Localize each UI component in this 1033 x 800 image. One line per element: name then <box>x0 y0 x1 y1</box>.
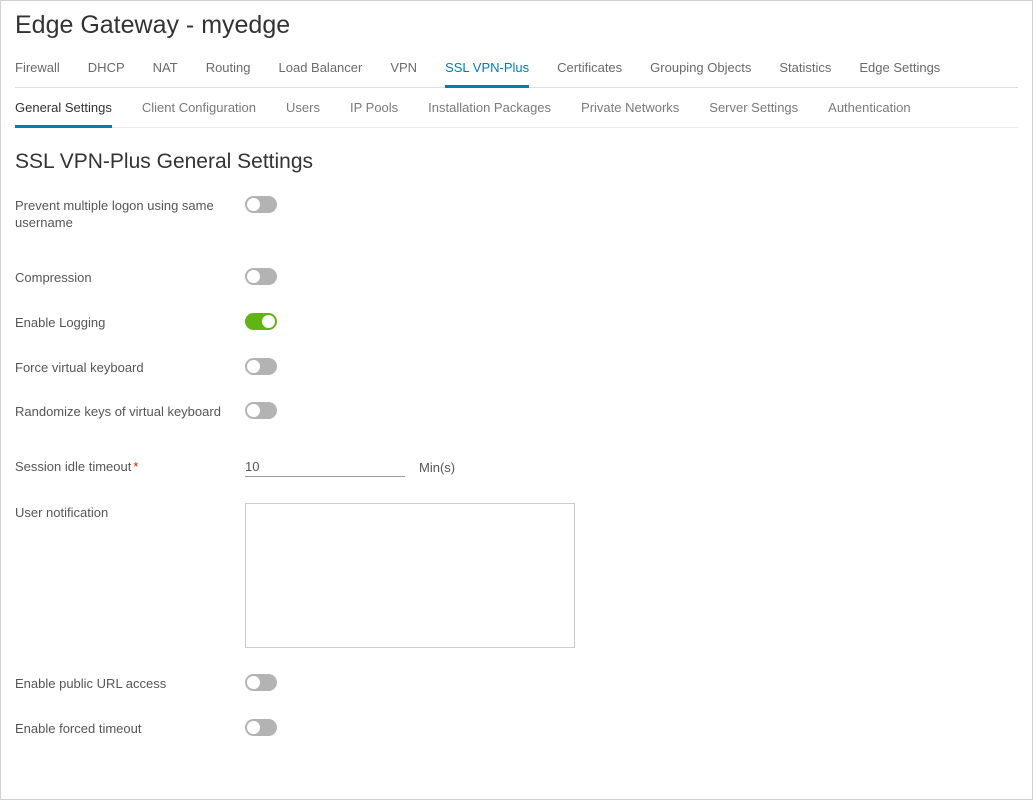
tab-routing[interactable]: Routing <box>206 54 251 88</box>
label-randomize-keys: Randomize keys of virtual keyboard <box>15 402 245 421</box>
label-user-notification: User notification <box>15 503 245 522</box>
toggle-enable-logging[interactable] <box>245 313 277 330</box>
subtab-server-settings[interactable]: Server Settings <box>709 90 798 128</box>
toggle-prevent-multi-logon[interactable] <box>245 196 277 213</box>
textarea-user-notification[interactable] <box>245 503 575 648</box>
subtab-authentication[interactable]: Authentication <box>828 90 910 128</box>
input-session-idle-timeout[interactable] <box>245 457 405 477</box>
tab-certificates[interactable]: Certificates <box>557 54 622 88</box>
tab-dhcp[interactable]: DHCP <box>88 54 125 88</box>
toggle-force-virtual-keyboard[interactable] <box>245 358 277 375</box>
label-prevent-multi-logon: Prevent multiple logon using same userna… <box>15 196 245 232</box>
subtab-users[interactable]: Users <box>286 90 320 128</box>
toggle-randomize-keys[interactable] <box>245 402 277 419</box>
required-asterisk-icon: * <box>133 459 138 474</box>
label-force-virtual-keyboard: Force virtual keyboard <box>15 358 245 377</box>
label-session-idle-timeout-text: Session idle timeout <box>15 459 131 474</box>
label-enable-forced-timeout: Enable forced timeout <box>15 719 245 738</box>
label-enable-logging: Enable Logging <box>15 313 245 332</box>
label-session-idle-timeout: Session idle timeout* <box>15 457 245 476</box>
primary-tabs: Firewall DHCP NAT Routing Load Balancer VPN SS… <box>15 54 1018 88</box>
tab-edge-settings[interactable]: Edge Settings <box>859 54 940 88</box>
secondary-tabs: General Settings Client Configuration User… <box>15 90 1018 128</box>
subtab-client-configuration[interactable]: Client Configuration <box>142 90 256 128</box>
tab-vpn[interactable]: VPN <box>390 54 417 88</box>
tab-ssl-vpn-plus[interactable]: SSL VPN-Plus <box>445 54 529 88</box>
subtab-private-networks[interactable]: Private Networks <box>581 90 679 128</box>
unit-session-idle-timeout: Min(s) <box>419 460 455 475</box>
toggle-enable-public-url[interactable] <box>245 674 277 691</box>
label-compression: Compression <box>15 268 245 287</box>
tab-nat[interactable]: NAT <box>153 54 178 88</box>
toggle-compression[interactable] <box>245 268 277 285</box>
subtab-ip-pools[interactable]: IP Pools <box>350 90 398 128</box>
tab-grouping-objects[interactable]: Grouping Objects <box>650 54 751 88</box>
toggle-enable-forced-timeout[interactable] <box>245 719 277 736</box>
tab-statistics[interactable]: Statistics <box>779 54 831 88</box>
section-title: SSL VPN-Plus General Settings <box>15 150 1018 174</box>
label-enable-public-url: Enable public URL access <box>15 674 245 693</box>
tab-firewall[interactable]: Firewall <box>15 54 60 88</box>
tab-load-balancer[interactable]: Load Balancer <box>279 54 363 88</box>
page-title: Edge Gateway - myedge <box>15 11 1018 40</box>
subtab-installation-packages[interactable]: Installation Packages <box>428 90 551 128</box>
subtab-general-settings[interactable]: General Settings <box>15 90 112 128</box>
